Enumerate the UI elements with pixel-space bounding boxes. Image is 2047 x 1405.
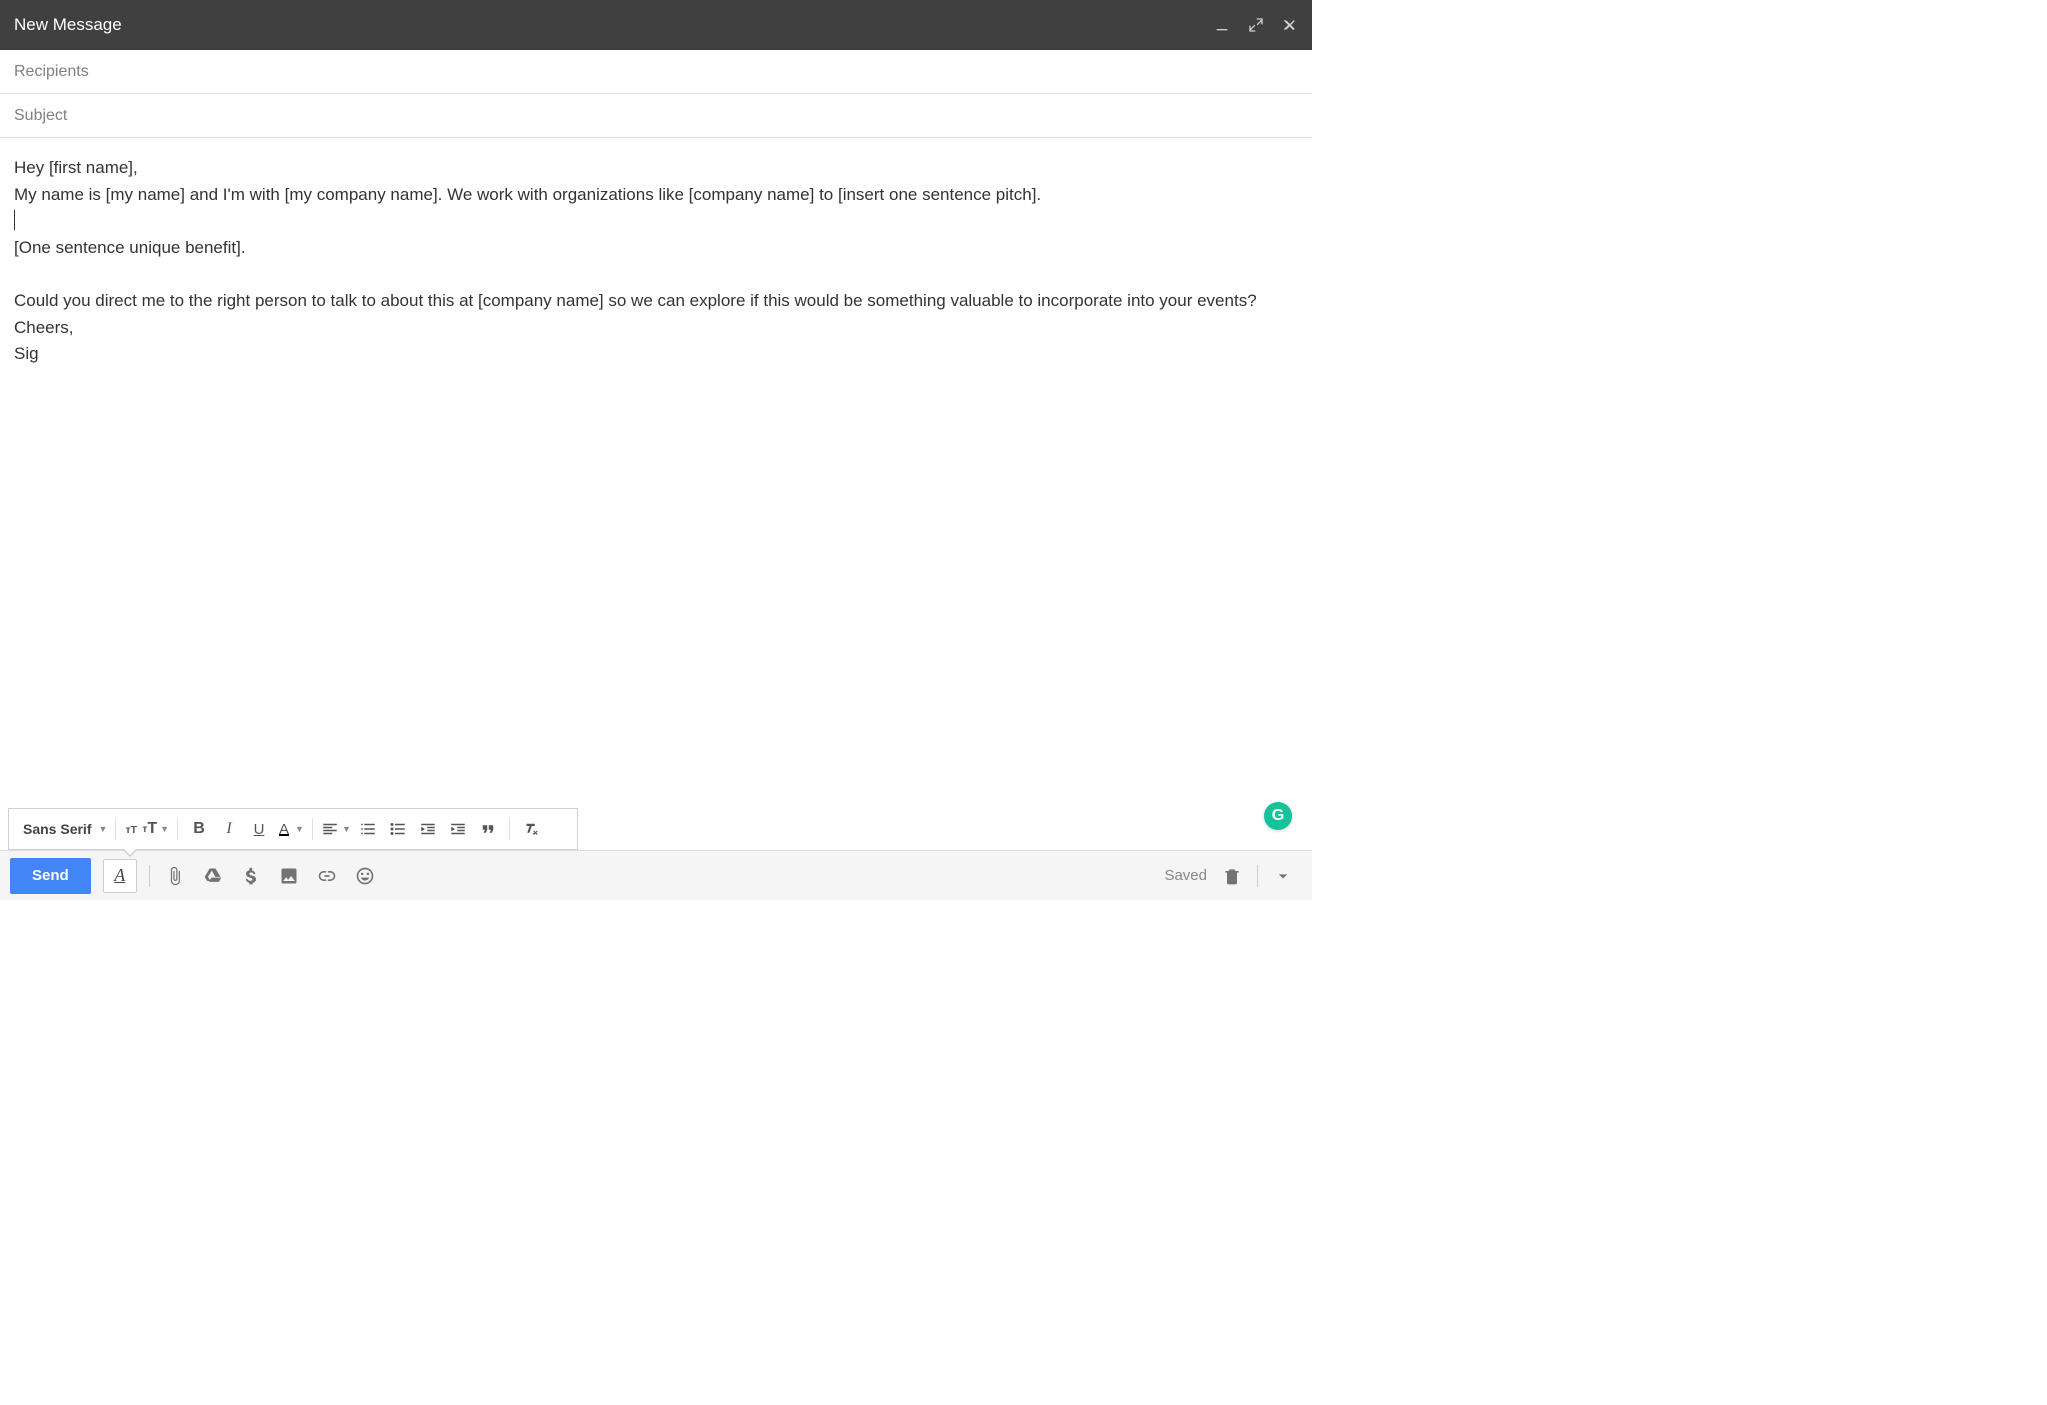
body-line: My name is [my name] and I'm with [my co… [14, 183, 1298, 208]
send-button[interactable]: Send [10, 858, 91, 894]
window-controls [1214, 17, 1298, 33]
saved-status: Saved [1164, 867, 1207, 884]
separator [115, 818, 116, 840]
message-body[interactable]: Hey [first name], My name is [my name] a… [0, 138, 1312, 808]
numbered-list-button[interactable] [355, 815, 381, 843]
formatting-toggle[interactable]: A [103, 859, 137, 893]
separator [312, 818, 313, 840]
subject-input[interactable] [14, 107, 1298, 125]
more-options-button[interactable] [1264, 858, 1302, 894]
italic-button[interactable]: I [216, 815, 242, 843]
insert-emoji-button[interactable] [346, 858, 384, 894]
popout-icon[interactable] [1248, 17, 1264, 33]
font-size-select[interactable]: тT тT▼ [124, 815, 169, 843]
bulleted-list-button[interactable] [385, 815, 411, 843]
insert-money-button[interactable] [232, 858, 270, 894]
body-cursor-line [14, 209, 1298, 234]
body-line: Sig [14, 342, 1298, 367]
body-line: Hey [first name], [14, 156, 1298, 181]
body-blank [14, 263, 1298, 288]
recipients-row [0, 50, 1312, 94]
separator [149, 865, 150, 887]
font-family-select[interactable]: Sans Serif▼ [19, 815, 107, 843]
discard-draft-button[interactable] [1213, 858, 1251, 894]
window-title: New Message [14, 15, 1214, 35]
body-line: Cheers, [14, 316, 1298, 341]
quote-button[interactable] [475, 815, 501, 843]
subject-row [0, 94, 1312, 138]
indent-more-button[interactable] [445, 815, 471, 843]
indent-less-button[interactable] [415, 815, 441, 843]
separator [1257, 865, 1258, 887]
minimize-icon[interactable] [1214, 17, 1230, 33]
compose-titlebar: New Message [0, 0, 1312, 50]
bold-button[interactable]: B [186, 815, 212, 843]
underline-button[interactable]: U [246, 815, 272, 843]
svg-text:тT: тT [126, 824, 138, 836]
insert-link-button[interactable] [308, 858, 346, 894]
align-button[interactable]: ▼ [321, 815, 351, 843]
body-line: Could you direct me to the right person … [14, 289, 1298, 314]
attach-file-button[interactable] [156, 858, 194, 894]
separator [177, 818, 178, 840]
insert-photo-button[interactable] [270, 858, 308, 894]
compose-bottom-bar: Send A Saved [0, 850, 1312, 900]
close-icon[interactable] [1282, 17, 1298, 33]
remove-formatting-button[interactable] [518, 815, 544, 843]
text-color-button[interactable]: A▼ [276, 815, 304, 843]
insert-drive-button[interactable] [194, 858, 232, 894]
formatting-toolbar: Sans Serif▼ тT тT▼ B I U A▼ ▼ [8, 808, 578, 850]
recipients-input[interactable] [14, 63, 1298, 81]
body-line: [One sentence unique benefit]. [14, 236, 1298, 261]
grammarly-icon[interactable]: G [1264, 802, 1292, 830]
separator [509, 818, 510, 840]
